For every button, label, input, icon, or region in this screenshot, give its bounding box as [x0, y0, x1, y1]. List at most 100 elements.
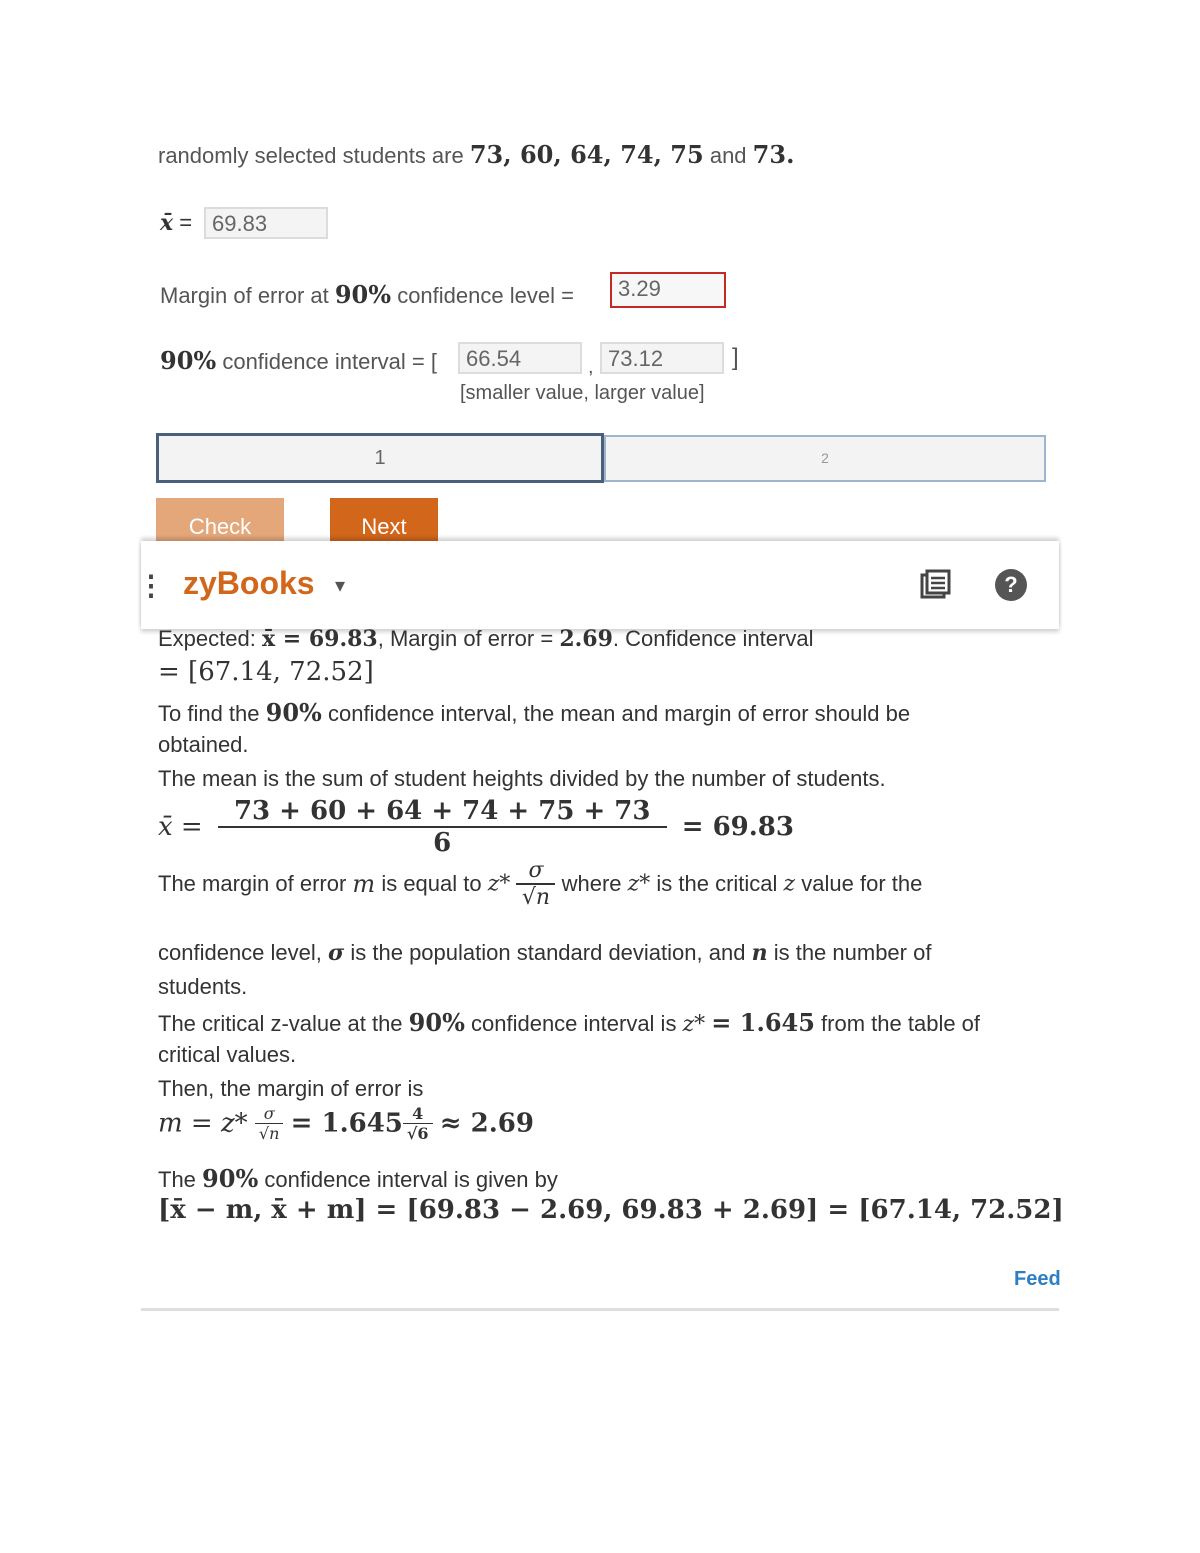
mean-fraction: 73 + 60 + 64 + 74 + 75 + 73 6 [217, 796, 667, 858]
para-4-line2: students. [158, 974, 248, 999]
step-2-label: 2 [821, 450, 829, 466]
zybooks-header: ⋮ zyBooks ▾ ? [137, 541, 1059, 629]
p3-m: m [352, 870, 376, 898]
p3-zz: z [783, 871, 796, 897]
book-icon-svg [920, 569, 951, 599]
ci-label-text: confidence interval = [ [222, 349, 437, 374]
chevron-down-icon[interactable]: ▾ [335, 573, 345, 598]
step-1-label: 1 [374, 447, 386, 469]
para-5: The critical z-value at the 90% confiden… [158, 1008, 980, 1037]
mean-lhs: x̄ = [158, 812, 203, 842]
p4-pre: confidence level, [158, 940, 322, 965]
values-text: 73, 60, 64, 74, 75 [469, 140, 704, 169]
p5-post: from the table of [821, 1011, 981, 1036]
margin-pct: 90% [334, 280, 392, 309]
next-button[interactable]: Next [330, 498, 438, 544]
ci-close: ] [732, 344, 739, 371]
p1-pre: To find the [158, 701, 260, 726]
expected-ci-label: . Confidence interval [612, 626, 814, 651]
p5-mid: confidence interval is [471, 1011, 677, 1036]
expected-margin: 2.69 [559, 626, 613, 652]
p3-z2: z* [627, 871, 651, 897]
p5-val: = 1.645 [711, 1008, 815, 1037]
para-4: confidence level, σ is the population st… [158, 940, 931, 966]
p5-pre: The critical z-value at the [158, 1011, 403, 1036]
p4-n: n [751, 940, 768, 966]
brand-logo[interactable]: zyBooks [183, 565, 315, 602]
mean-answer-field[interactable]: 69.83 [204, 207, 328, 239]
book-icon[interactable] [919, 569, 951, 601]
me-rhs: ≈ 2.69 [439, 1108, 534, 1139]
para-2: The mean is the sum of student heights d… [158, 766, 886, 791]
p7-post: confidence interval is given by [264, 1167, 558, 1192]
p3-sigma: σ [516, 858, 556, 885]
me-lhs: m = z* [158, 1108, 248, 1139]
p3-pre: The margin of error [158, 871, 347, 896]
margin-answer-field[interactable]: 3.29 [610, 272, 726, 308]
p3-fraction: σ √n [516, 858, 556, 910]
mean-eq: = [179, 210, 193, 235]
para-7: The 90% confidence interval is given by [158, 1164, 558, 1193]
menu-icon[interactable]: ⋮ [137, 569, 165, 602]
p7-pre: The [158, 1167, 196, 1192]
me-fraction-1: σ √n [254, 1104, 284, 1143]
me-f1-num: σ [254, 1104, 284, 1124]
para-3: The margin of error m is equal to z* σ √… [158, 858, 922, 910]
p3-post: is the critical [656, 871, 778, 896]
expected-line: Expected: x̄ = 69.83, Margin of error = … [158, 626, 813, 652]
bottom-divider [141, 1308, 1059, 1311]
me-mid: = 1.645 [290, 1108, 403, 1139]
step-2-tab[interactable]: 2 [604, 435, 1046, 482]
mean-label: x̄ = [160, 210, 192, 236]
p4-mid: is the population standard deviation, an… [350, 940, 746, 965]
ci-formula-text: [x̄ − m, x̄ + m] = [69.83 − 2.69, 69.83 … [158, 1195, 1064, 1225]
p5-z: z* [682, 1012, 706, 1037]
ci-hint: [smaller value, larger value] [460, 382, 705, 404]
mean-rhs: = 69.83 [681, 812, 794, 842]
p7-pct: 90% [202, 1164, 259, 1193]
me-fraction-2: 4 √6 [402, 1104, 433, 1143]
mean-denominator: 6 [433, 828, 452, 858]
p3-where: where [561, 871, 622, 896]
p3-end: value for the [801, 871, 923, 896]
mean-numerator: 73 + 60 + 64 + 74 + 75 + 73 [217, 796, 667, 828]
margin-label-pre: Margin of error at [160, 283, 329, 308]
para-5-line2: critical values. [158, 1042, 297, 1067]
ci-pct: 90% [160, 346, 217, 375]
p3-mid: is equal to [381, 871, 482, 896]
last-value: 73. [752, 140, 795, 169]
margin-label: Margin of error at 90% confidence level … [160, 280, 574, 309]
mean-symbol: x̄ [160, 210, 174, 236]
feedback-link[interactable]: Feed [1014, 1268, 1061, 1291]
p1-pct: 90% [265, 698, 322, 727]
expected-margin-label: , Margin of error = [377, 626, 554, 651]
ci-upper-field[interactable]: 73.12 [600, 342, 724, 374]
ci-comma: , [588, 356, 594, 378]
help-icon[interactable]: ? [995, 569, 1027, 601]
p4-sigma: σ [328, 940, 345, 966]
me-f2-den: √6 [406, 1124, 429, 1143]
p1-post: confidence interval, the mean and margin… [327, 701, 911, 726]
ci-lower-field[interactable]: 66.54 [458, 342, 582, 374]
p5-pct: 90% [408, 1008, 465, 1037]
expected-label: Expected: [158, 626, 256, 651]
para-1-line2: obtained. [158, 732, 249, 757]
p3-sqrtn: √n [521, 885, 551, 910]
expected-ci: = [67.14, 72.52] [158, 656, 374, 687]
intro-text: randomly selected students are [158, 143, 464, 168]
me-f1-den: √n [258, 1124, 280, 1143]
para-6: Then, the margin of error is [158, 1076, 424, 1101]
expected-ci-value: = [67.14, 72.52] [158, 657, 374, 687]
expected-mean: x̄ = 69.83 [261, 626, 378, 652]
p4-end: is the number of [773, 940, 932, 965]
step-1-tab[interactable]: 1 [156, 433, 604, 483]
margin-label-post: confidence level = [397, 283, 574, 308]
check-button[interactable]: Check [156, 498, 284, 544]
ci-formula: [x̄ − m, x̄ + m] = [69.83 − 2.69, 69.83 … [158, 1194, 1064, 1225]
p3-z: z* [487, 871, 511, 897]
mean-formula: x̄ = 73 + 60 + 64 + 74 + 75 + 73 6 = 69.… [158, 796, 794, 858]
margin-formula: m = z* σ √n = 1.645 4 √6 ≈ 2.69 [158, 1104, 534, 1143]
para-1: To find the 90% confidence interval, the… [158, 698, 910, 727]
question-intro: randomly selected students are 73, 60, 6… [158, 140, 794, 169]
ci-label: 90% confidence interval = [ [160, 346, 437, 375]
